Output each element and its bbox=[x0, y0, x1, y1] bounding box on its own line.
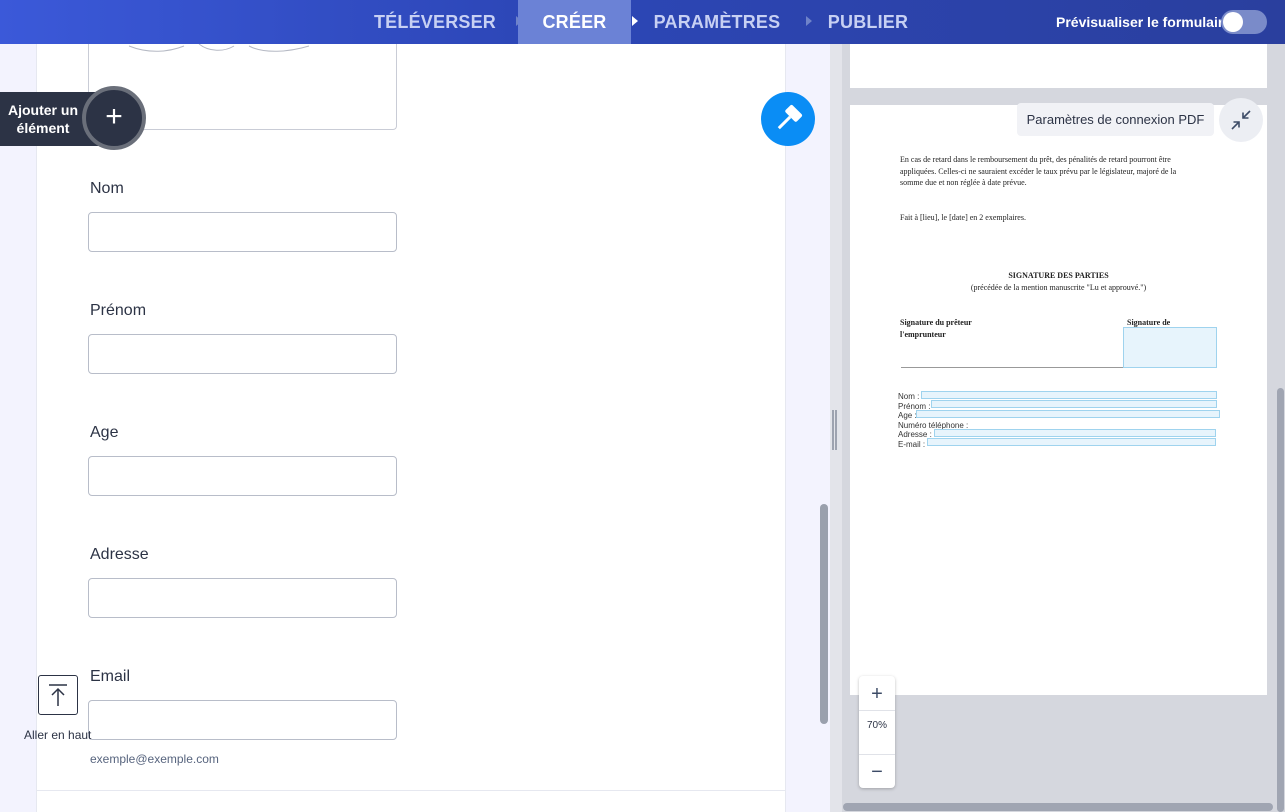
pdf-paragraph: En cas de retard dans le remboursement d… bbox=[900, 154, 1230, 189]
field-label-age: Age bbox=[90, 424, 119, 441]
prenom-input[interactable] bbox=[88, 334, 397, 374]
step-separator-icon bbox=[806, 16, 812, 26]
toggle-knob bbox=[1223, 12, 1243, 32]
field-label-prenom: Prénom bbox=[90, 302, 147, 319]
adresse-input[interactable] bbox=[88, 578, 397, 618]
field-label-nom: Nom bbox=[90, 180, 124, 197]
zoom-in-button[interactable]: + bbox=[859, 678, 895, 710]
step-upload[interactable]: TÉLÉVERSER bbox=[360, 0, 510, 44]
pdf-signature-preteur: Signature du prêteur bbox=[900, 318, 972, 327]
add-element-button[interactable]: + bbox=[82, 86, 146, 150]
pdf-emprunteur: l'emprunteur bbox=[900, 330, 946, 339]
step-separator-icon bbox=[632, 16, 638, 26]
top-navigation-bar: TÉLÉVERSER CRÉER PARAMÈTRES PUBLIER Prév… bbox=[0, 0, 1285, 44]
email-input[interactable] bbox=[88, 700, 397, 740]
age-input[interactable] bbox=[88, 456, 397, 496]
pdf-field-nom[interactable] bbox=[921, 391, 1217, 399]
zoom-divider bbox=[859, 754, 895, 755]
field-label-adresse: Adresse bbox=[90, 546, 149, 563]
form-designer-button[interactable] bbox=[761, 92, 815, 146]
plus-icon: + bbox=[871, 683, 883, 705]
nom-input[interactable] bbox=[88, 212, 397, 252]
pdf-paragraph-line: somme due et non réglée à date prévue. bbox=[900, 178, 1027, 187]
zoom-out-button[interactable]: − bbox=[859, 756, 895, 788]
pdf-vertical-scrollbar[interactable] bbox=[1277, 388, 1284, 812]
pdf-paragraph-line: appliquées. Celles-ci ne sauraient excéd… bbox=[900, 166, 1177, 176]
go-to-top-button[interactable] bbox=[38, 675, 78, 715]
step-create[interactable]: CRÉER bbox=[518, 0, 631, 44]
pdf-signature-subtitle: (précédée de la mention manuscrite "Lu e… bbox=[970, 283, 1147, 292]
plus-icon: + bbox=[105, 100, 123, 133]
pdf-signature-field[interactable] bbox=[1123, 327, 1217, 368]
zoom-level: 70% bbox=[866, 720, 887, 731]
pdf-field-adresse[interactable] bbox=[934, 429, 1216, 437]
pdf-fait-a: Fait à [lieu], le [date] en 2 exemplaire… bbox=[900, 213, 1026, 222]
pdf-connection-settings-button[interactable]: Paramètres de connexion PDF bbox=[1017, 103, 1214, 136]
go-to-top-label: Aller en haut bbox=[24, 728, 92, 742]
form-divider bbox=[36, 790, 786, 791]
resize-grip-icon[interactable] bbox=[832, 410, 837, 450]
email-sublabel: exemple@exemple.com bbox=[90, 752, 219, 766]
preview-form-label: Prévisualiser le formulaire bbox=[1056, 14, 1232, 30]
form-builder-panel bbox=[36, 44, 786, 812]
pdf-signature-line bbox=[901, 367, 1123, 368]
pdf-page bbox=[850, 44, 1267, 88]
collapse-panel-button[interactable] bbox=[1219, 98, 1263, 142]
pdf-horizontal-scrollbar[interactable] bbox=[843, 803, 1273, 811]
paint-roller-icon bbox=[777, 104, 803, 130]
pdf-signature-title: SIGNATURE DES PARTIES bbox=[1008, 271, 1109, 280]
step-publish[interactable]: PUBLIER bbox=[818, 0, 918, 44]
form-scrollbar[interactable] bbox=[820, 504, 828, 724]
pdf-field-age[interactable] bbox=[916, 410, 1220, 418]
field-label-email: Email bbox=[90, 668, 131, 685]
collapse-arrows-icon bbox=[1231, 110, 1251, 130]
preview-form-toggle[interactable] bbox=[1221, 10, 1267, 34]
zoom-controls: + 70% − bbox=[859, 676, 895, 788]
pdf-field-prenom[interactable] bbox=[931, 400, 1217, 408]
arrow-up-to-line-icon bbox=[49, 684, 67, 706]
add-element-text: Ajouter un élément bbox=[8, 102, 78, 136]
pdf-paragraph-line: En cas de retard dans le remboursement d… bbox=[900, 155, 1171, 164]
zoom-divider bbox=[859, 710, 895, 711]
pdf-field-email[interactable] bbox=[927, 438, 1216, 446]
minus-icon: − bbox=[871, 761, 883, 783]
step-settings[interactable]: PARAMÈTRES bbox=[646, 0, 788, 44]
